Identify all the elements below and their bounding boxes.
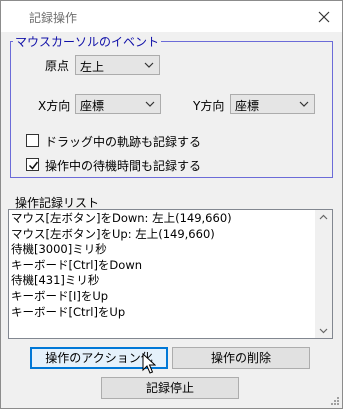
drag-trail-label: ドラッグ中の軌跡も記録する — [45, 135, 202, 149]
title-bar[interactable]: 記録操作 — [1, 1, 342, 32]
y-direction-label: Y方向 — [193, 99, 225, 113]
resize-grip-icon[interactable] — [329, 395, 339, 405]
mouse-event-group-legend: マウスカーソルのイベント — [13, 33, 162, 50]
list-item[interactable]: マウス[左ボタン]をUp: 左上(149,660) — [10, 227, 315, 243]
origin-select-value: 左上 — [80, 60, 105, 74]
scroll-up-arrow-icon[interactable] — [319, 214, 328, 220]
close-button[interactable] — [314, 7, 334, 27]
x-direction-select-value: 座標 — [80, 99, 105, 113]
vertical-scrollbar[interactable] — [315, 210, 332, 338]
mouse-pointer-icon — [142, 353, 156, 374]
list-item[interactable]: キーボード[Ctrl]をUp — [10, 305, 315, 321]
window-title: 記録操作 — [29, 11, 78, 25]
record-listbox[interactable]: マウス[左ボタン]をDown: 左上(149,660) マウス[左ボタン]をUp:… — [8, 209, 333, 339]
delete-operation-button[interactable]: 操作の削除 — [172, 347, 310, 369]
record-list-items: マウス[左ボタン]をDown: 左上(149,660) マウス[左ボタン]をUp:… — [10, 211, 315, 320]
x-direction-label: X方向 — [38, 99, 71, 113]
x-direction-select[interactable]: 座標 — [75, 94, 161, 114]
origin-label: 原点 — [45, 59, 70, 73]
wait-time-checkbox[interactable] — [26, 158, 39, 171]
wait-time-label: 操作中の待機時間も記録する — [45, 159, 202, 173]
scroll-down-arrow-icon[interactable] — [319, 328, 328, 334]
list-item[interactable]: マウス[左ボタン]をDown: 左上(149,660) — [10, 211, 315, 227]
stop-recording-button[interactable]: 記録停止 — [101, 377, 239, 399]
record-operation-dialog: 記録操作 マウスカーソルのイベント 原点 左上 X方向 座標 Y方向 座標 ドラ… — [0, 0, 343, 409]
y-direction-select[interactable]: 座標 — [230, 94, 315, 114]
list-item[interactable]: キーボード[I]をUp — [10, 289, 315, 305]
origin-select[interactable]: 左上 — [75, 55, 160, 75]
chevron-down-icon — [144, 62, 154, 68]
list-item[interactable]: 待機[431]ミリ秒 — [10, 273, 315, 289]
chevron-down-icon — [145, 101, 155, 107]
drag-trail-checkbox[interactable] — [26, 134, 39, 147]
chevron-down-icon — [299, 101, 309, 107]
check-icon — [28, 161, 39, 170]
list-item[interactable]: 待機[3000]ミリ秒 — [10, 242, 315, 258]
list-item[interactable]: キーボード[Ctrl]をDown — [10, 258, 315, 274]
y-direction-select-value: 座標 — [235, 99, 260, 113]
mouse-event-group: マウスカーソルのイベント 原点 左上 X方向 座標 Y方向 座標 ドラッグ中の軌… — [10, 33, 333, 178]
close-icon — [318, 11, 330, 23]
